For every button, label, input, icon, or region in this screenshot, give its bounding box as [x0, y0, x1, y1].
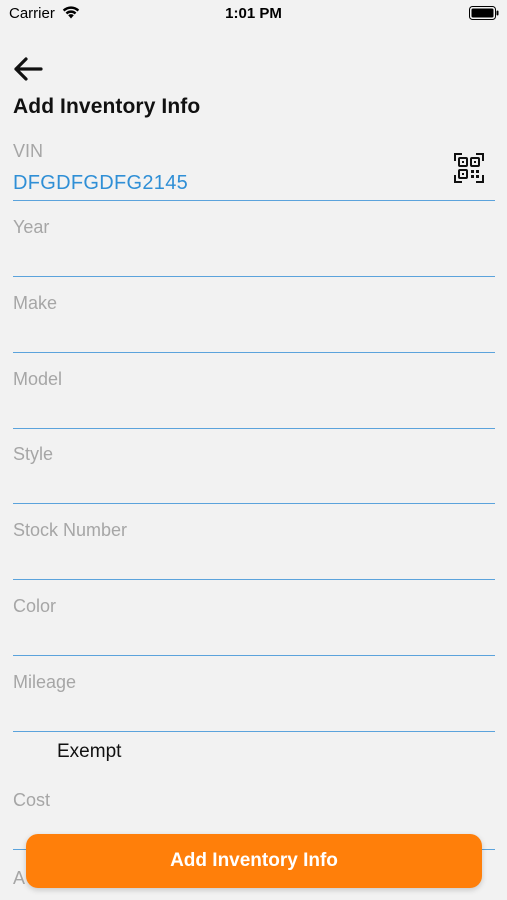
status-bar: Carrier 1:01 PM [0, 0, 507, 28]
color-label: Color [13, 596, 57, 616]
screen: Carrier 1:01 PM Add Inventory Info VIN D… [0, 0, 507, 900]
vin-label: VIN [13, 141, 44, 161]
model-field[interactable]: Model [13, 367, 495, 429]
back-button[interactable] [11, 54, 45, 84]
mileage-label: Mileage [13, 672, 77, 692]
exempt-toggle-label[interactable]: Exempt [57, 741, 121, 763]
year-field[interactable]: Year [13, 215, 495, 277]
make-label: Make [13, 293, 58, 313]
vin-field[interactable]: VIN DFGDFGDFG2145 [13, 139, 495, 201]
color-field[interactable]: Color [13, 594, 495, 656]
year-label: Year [13, 217, 50, 237]
qr-scan-icon[interactable] [454, 153, 484, 183]
style-label: Style [13, 444, 54, 464]
stock-number-label: Stock Number [13, 520, 128, 540]
cost-label: Cost [13, 790, 51, 810]
partial-field-label: A [13, 868, 26, 888]
make-field[interactable]: Make [13, 291, 495, 353]
battery-icon [469, 6, 499, 20]
page-title: Add Inventory Info [13, 95, 201, 118]
vin-value[interactable]: DFGDFGDFG2145 [13, 172, 188, 195]
add-inventory-info-button[interactable]: Add Inventory Info [26, 834, 482, 888]
stock-number-field[interactable]: Stock Number [13, 518, 495, 580]
mileage-field[interactable]: Mileage [13, 670, 495, 732]
arrow-left-icon [14, 57, 43, 81]
style-field[interactable]: Style [13, 442, 495, 504]
clock: 1:01 PM [225, 5, 282, 22]
model-label: Model [13, 369, 63, 389]
